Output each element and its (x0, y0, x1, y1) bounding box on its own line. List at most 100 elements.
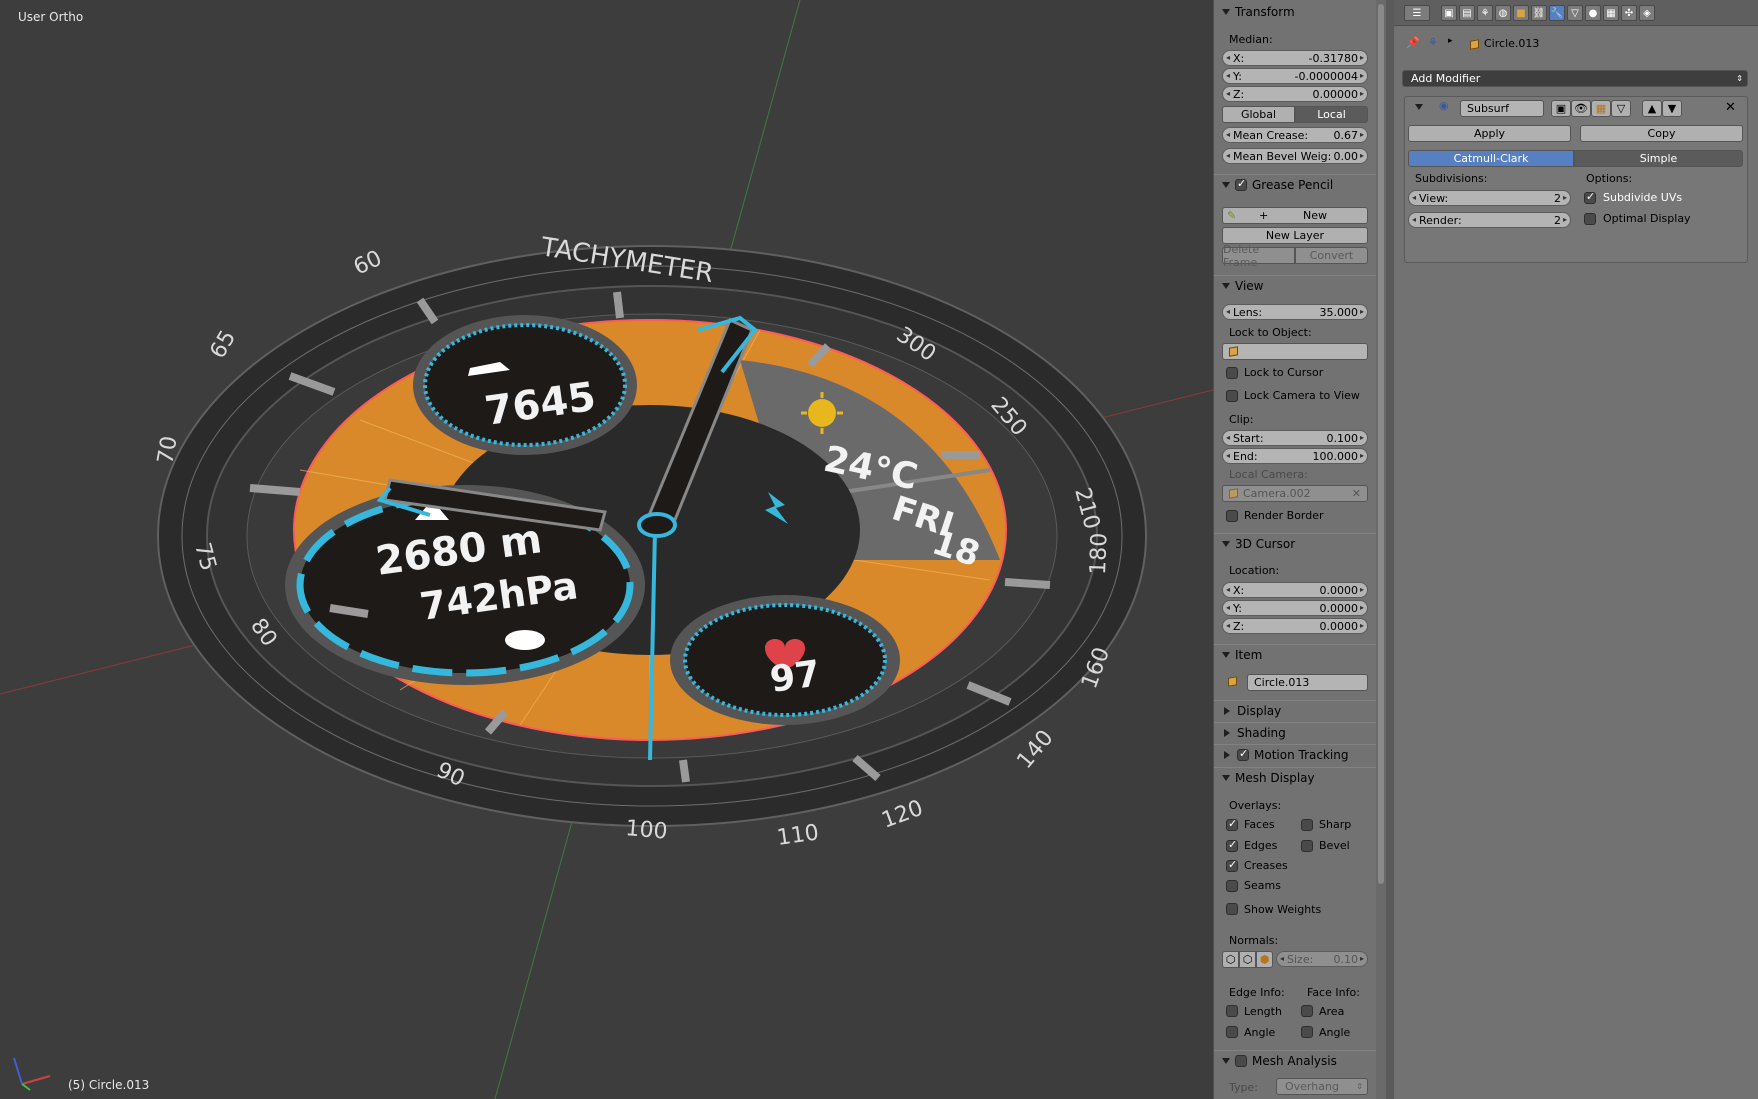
clip-start-field[interactable]: ◂ Start: 0.100 ▸ (1222, 430, 1368, 446)
remove-modifier-icon[interactable]: ✕ (1725, 100, 1736, 115)
motion-tracking-checkbox[interactable] (1237, 747, 1249, 761)
dropdown-arrows-icon: ⇕ (1356, 1082, 1363, 1091)
catmull-clark-toggle[interactable]: Catmull-Clark (1408, 150, 1574, 167)
mesh-analysis-checkbox[interactable] (1235, 1054, 1247, 1067)
world-tab-icon[interactable]: ◍ (1495, 5, 1511, 21)
clear-x-icon[interactable]: ✕ (1352, 487, 1361, 500)
viewport-toggle-icon[interactable]: 👁 (1571, 100, 1591, 117)
camera-cube-icon (1229, 488, 1238, 499)
pencil-icon: ✎ (1227, 209, 1237, 222)
cursor-y-field[interactable]: ◂ Y: 0.0000 ▸ (1222, 600, 1368, 616)
material-tab-icon[interactable]: ● (1585, 5, 1601, 21)
3d-viewport[interactable]: TACHYMETER 60 65 70 75 80 90 100 110 120… (0, 0, 1213, 1099)
cursor-location-label: Location: (1229, 564, 1280, 577)
simple-toggle[interactable]: Simple (1574, 150, 1743, 167)
add-modifier-dropdown[interactable]: Add Modifier ⇕ (1402, 70, 1748, 87)
render-layers-tab-icon[interactable]: ▤ (1459, 5, 1475, 21)
copy-button[interactable]: Copy (1580, 125, 1743, 142)
clip-label: Clip: (1229, 413, 1254, 426)
seams-checkbox[interactable] (1226, 880, 1238, 892)
vertex-normals-icon[interactable]: ⬡ (1222, 951, 1239, 968)
transform-panel-header[interactable]: Transform (1214, 2, 1377, 22)
cursor-x-field[interactable]: ◂ X: 0.0000 ▸ (1222, 582, 1368, 598)
subdiv-view-field[interactable]: ◂ View: 2 ▸ (1408, 190, 1571, 206)
physics-tab-icon[interactable]: ◈ (1639, 5, 1655, 21)
edges-label: Edges (1244, 839, 1278, 852)
delete-frame-button[interactable]: Delete Frame (1222, 243, 1295, 269)
normals-size-field[interactable]: ◂ Size: 0.10 ▸ (1276, 951, 1368, 967)
view-panel-header[interactable]: View (1214, 275, 1377, 295)
lock-camera-checkbox[interactable] (1226, 390, 1238, 402)
data-tab-icon[interactable]: ▽ (1567, 5, 1583, 21)
convert-button[interactable]: Convert (1295, 247, 1368, 264)
bevel-checkbox[interactable] (1301, 840, 1313, 852)
sharp-checkbox[interactable] (1301, 819, 1313, 831)
mesh-display-panel-header[interactable]: Mesh Display (1214, 767, 1377, 787)
new-layer-button[interactable]: New Layer (1222, 227, 1368, 244)
move-up-icon[interactable]: ▲ (1642, 100, 1662, 117)
properties-sidebar: Transform Median: ◂ X: -0.31780 ▸ ◂ Y: -0.000… (1213, 0, 1378, 1099)
modifiers-tab-icon[interactable]: 🔧 (1549, 5, 1565, 21)
edges-checkbox[interactable] (1226, 838, 1238, 852)
editmode-toggle-icon[interactable]: ▦ (1591, 100, 1611, 117)
collapse-triangle-icon (1222, 651, 1230, 658)
apply-button[interactable]: Apply (1408, 125, 1571, 142)
grease-pencil-new-button[interactable]: ✎ + New (1222, 207, 1368, 224)
face-area-checkbox[interactable] (1301, 1005, 1313, 1017)
axes-gizmo-icon (13, 1057, 51, 1091)
lock-object-field[interactable] (1222, 343, 1368, 360)
render-toggle-icon[interactable]: ▣ (1551, 100, 1571, 117)
edge-length-checkbox[interactable] (1226, 1005, 1238, 1017)
clip-end-field[interactable]: ◂ End: 100.000 ▸ (1222, 448, 1368, 464)
face-angle-checkbox[interactable] (1301, 1026, 1313, 1038)
shading-panel-header[interactable]: Shading (1214, 722, 1377, 742)
modifier-collapse-icon[interactable] (1415, 104, 1423, 110)
optimal-display-checkbox[interactable] (1584, 213, 1596, 225)
mean-bevel-field[interactable]: ◂ Mean Bevel Weig: 0.00 ▸ (1222, 148, 1368, 164)
subdiv-render-field[interactable]: ◂ Render: 2 ▸ (1408, 212, 1571, 228)
constraints-tab-icon[interactable]: ⛓ (1531, 5, 1547, 21)
pin-icon[interactable]: 📌 (1406, 36, 1420, 49)
face-normals-icon[interactable]: ⬢ (1256, 951, 1273, 968)
show-weights-checkbox[interactable] (1226, 903, 1238, 915)
edge-length-label: Length (1244, 1005, 1282, 1018)
local-toggle[interactable]: Local (1295, 106, 1368, 123)
area-divider[interactable] (1386, 0, 1394, 1099)
render-border-label: Render Border (1244, 509, 1324, 522)
motion-tracking-panel-header[interactable]: Motion Tracking (1214, 744, 1377, 764)
object-tab-icon[interactable]: ■ (1513, 5, 1529, 21)
cursor-panel-header[interactable]: 3D Cursor (1214, 533, 1377, 553)
median-x-field[interactable]: ◂ X: -0.31780 ▸ (1222, 50, 1368, 66)
local-camera-field[interactable]: Camera.002 ✕ (1222, 485, 1368, 502)
median-y-field[interactable]: ◂ Y: -0.0000004 ▸ (1222, 68, 1368, 84)
mean-crease-field[interactable]: ◂ Mean Crease: 0.67 ▸ (1222, 127, 1368, 143)
faces-checkbox[interactable] (1226, 817, 1238, 831)
edge-angle-checkbox[interactable] (1226, 1026, 1238, 1038)
render-tab-icon[interactable]: ▣ (1441, 5, 1457, 21)
lens-field[interactable]: ◂ Lens: 35.000 ▸ (1222, 304, 1368, 320)
item-name-field[interactable]: Circle.013 (1247, 674, 1368, 691)
creases-checkbox[interactable] (1226, 858, 1238, 872)
editor-type-icon[interactable]: ☰ (1404, 5, 1430, 21)
move-down-icon[interactable]: ▼ (1662, 100, 1682, 117)
render-border-checkbox[interactable] (1226, 510, 1238, 522)
particles-tab-icon[interactable]: ✣ (1621, 5, 1637, 21)
global-toggle[interactable]: Global (1222, 106, 1295, 123)
item-panel-header[interactable]: Item (1214, 644, 1377, 664)
split-normals-icon[interactable]: ⬡ (1239, 951, 1256, 968)
cursor-z-field[interactable]: ◂ Z: 0.0000 ▸ (1222, 618, 1368, 634)
grease-pencil-panel-header[interactable]: Grease Pencil (1214, 174, 1377, 194)
grease-pencil-checkbox[interactable] (1235, 177, 1247, 191)
lock-cursor-checkbox[interactable] (1226, 367, 1238, 379)
modifier-name-field[interactable]: Subsurf (1460, 100, 1544, 117)
scene-tab-icon[interactable]: ⚘ (1477, 5, 1493, 21)
texture-tab-icon[interactable]: ▦ (1603, 5, 1619, 21)
mesh-analysis-panel-header[interactable]: Mesh Analysis (1214, 1050, 1377, 1070)
subdivide-uvs-checkbox[interactable] (1584, 190, 1596, 204)
median-z-field[interactable]: ◂ Z: 0.00000 ▸ (1222, 86, 1368, 102)
sidebar-scrollbar[interactable] (1376, 0, 1386, 1099)
display-panel-header[interactable]: Display (1214, 700, 1377, 720)
scrollbar-thumb[interactable] (1378, 4, 1384, 884)
analysis-type-dropdown[interactable]: Overhang ⇕ (1276, 1078, 1368, 1095)
cage-toggle-icon[interactable]: ▽ (1611, 100, 1631, 117)
